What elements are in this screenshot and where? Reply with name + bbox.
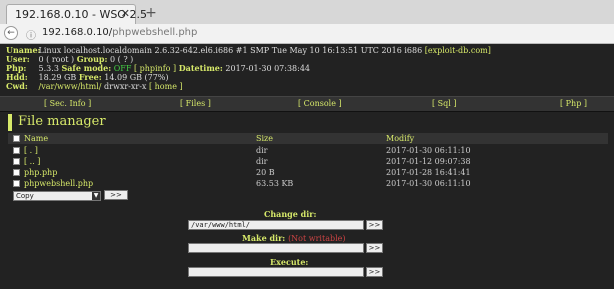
make-dir-input[interactable]	[188, 243, 364, 253]
url-path: phpwebshell.php	[112, 27, 198, 38]
exploit-db-link[interactable]: [exploit-db.com]	[425, 46, 491, 55]
cwd-row: Cwd: /var/www/html/ drwxr-xr-x [ home ]	[6, 81, 491, 92]
page-content: Uname: Linux localhost.localdomain 2.6.3…	[0, 44, 614, 289]
datetime-label: Datetime:	[178, 63, 223, 73]
group-value: 0 ( ? )	[107, 55, 134, 64]
cwd-permissions: drwxr-xr-x	[101, 82, 149, 91]
home-link[interactable]: [ home ]	[149, 82, 183, 91]
table-row: phpwebshell.php 63.53 KB 2017-01-30 06:1…	[8, 178, 608, 189]
file-modified: 2017-01-30 06:11:10	[386, 179, 471, 188]
browser-tab-bar: 192.168.0.10 - WSO 2.5 ✕ +	[0, 0, 614, 24]
datetime-value: 2017-01-30 07:38:44	[225, 64, 311, 73]
column-size[interactable]: Size	[256, 134, 273, 143]
table-row: [ .. ] dir 2017-01-12 09:07:38	[8, 156, 608, 167]
back-arrow-icon[interactable]: ←	[4, 26, 18, 40]
row-checkbox[interactable]	[13, 158, 20, 165]
menu-sec-info[interactable]: [ Sec. Info ]	[44, 99, 91, 108]
cwd-label: Cwd:	[6, 81, 28, 91]
menu-sql[interactable]: [ Sql ]	[432, 99, 457, 108]
url-text[interactable]: 192.168.0.10/phpwebshell.php	[42, 27, 197, 38]
free-label: Free:	[78, 72, 102, 82]
row-checkbox[interactable]	[13, 169, 20, 176]
change-dir-input[interactable]: /var/www/html/	[188, 220, 364, 230]
file-size: dir	[256, 157, 268, 166]
hdd-row: Hdd: 18.29 GB Free: 14.09 GB (77%)	[6, 72, 491, 83]
new-tab-icon[interactable]: +	[141, 4, 161, 22]
action-submit-button[interactable]: >>	[104, 190, 128, 200]
table-header: Name Size Modify	[8, 133, 608, 144]
column-name[interactable]: Name	[24, 134, 48, 143]
safe-mode-value: OFF	[113, 64, 132, 73]
table-row: [ . ] dir 2017-01-30 06:11:10	[8, 145, 608, 156]
php-version: 5.3.3	[38, 64, 62, 73]
execute-label: Execute:	[270, 257, 309, 267]
menu-php[interactable]: [ Php ]	[560, 99, 587, 108]
address-bar[interactable]: ← ⓘ 192.168.0.10/phpwebshell.php	[0, 24, 614, 44]
file-modified: 2017-01-28 16:41:41	[386, 168, 471, 177]
url-host: 192.168.0.10/	[42, 27, 113, 38]
row-checkbox[interactable]	[13, 147, 20, 154]
action-select-value: Copy	[16, 192, 34, 200]
change-dir-button[interactable]: >>	[366, 220, 383, 230]
file-name-link[interactable]: [ .. ]	[24, 157, 40, 166]
system-info: Uname: Linux localhost.localdomain 2.6.3…	[6, 46, 491, 92]
chevron-down-icon: ▼	[92, 192, 100, 200]
action-select[interactable]: Copy ▼	[13, 191, 101, 201]
close-icon[interactable]: ✕	[121, 7, 130, 20]
bulk-action-bar: Copy ▼ >>	[8, 190, 608, 202]
file-modified: 2017-01-12 09:07:38	[386, 157, 471, 166]
menu-console[interactable]: [ Console ]	[298, 99, 342, 108]
page-title: File manager	[18, 114, 106, 129]
info-icon[interactable]: ⓘ	[26, 27, 36, 42]
file-name-link[interactable]: [ . ]	[24, 146, 38, 155]
file-size: dir	[256, 146, 268, 155]
row-checkbox[interactable]	[13, 180, 20, 187]
file-modified: 2017-01-30 06:11:10	[386, 146, 471, 155]
not-writable-note: (Not writable)	[288, 234, 346, 243]
execute-button[interactable]: >>	[366, 267, 383, 277]
execute-input[interactable]	[188, 267, 364, 277]
make-dir-label: Make dir: (Not writable)	[242, 233, 346, 243]
file-name-link[interactable]: php.php	[24, 168, 57, 177]
free-value: 14.09 GB (77%)	[104, 73, 169, 82]
column-modify[interactable]: Modify	[386, 134, 414, 143]
file-name-link[interactable]: phpwebshell.php	[24, 179, 93, 188]
file-manager-header: File manager	[8, 114, 612, 131]
select-all-checkbox[interactable]	[13, 135, 20, 142]
browser-tab[interactable]: 192.168.0.10 - WSO 2.5 ✕	[6, 4, 147, 24]
hdd-value: 18.29 GB	[38, 73, 79, 82]
phpinfo-link[interactable]: [ phpinfo ]	[134, 64, 176, 73]
main-menu: [ Sec. Info ] [ Files ] [ Console ] [ Sq…	[0, 96, 614, 112]
make-dir-button[interactable]: >>	[366, 243, 383, 253]
table-row: php.php 20 B 2017-01-28 16:41:41	[8, 167, 608, 178]
file-size: 20 B	[256, 168, 275, 177]
file-size: 63.53 KB	[256, 179, 294, 188]
menu-files[interactable]: [ Files ]	[180, 99, 211, 108]
cwd-path-link[interactable]: /var/www/html/	[39, 82, 102, 91]
make-dir-label-text: Make dir:	[242, 233, 286, 243]
change-dir-label: Change dir:	[264, 209, 317, 219]
